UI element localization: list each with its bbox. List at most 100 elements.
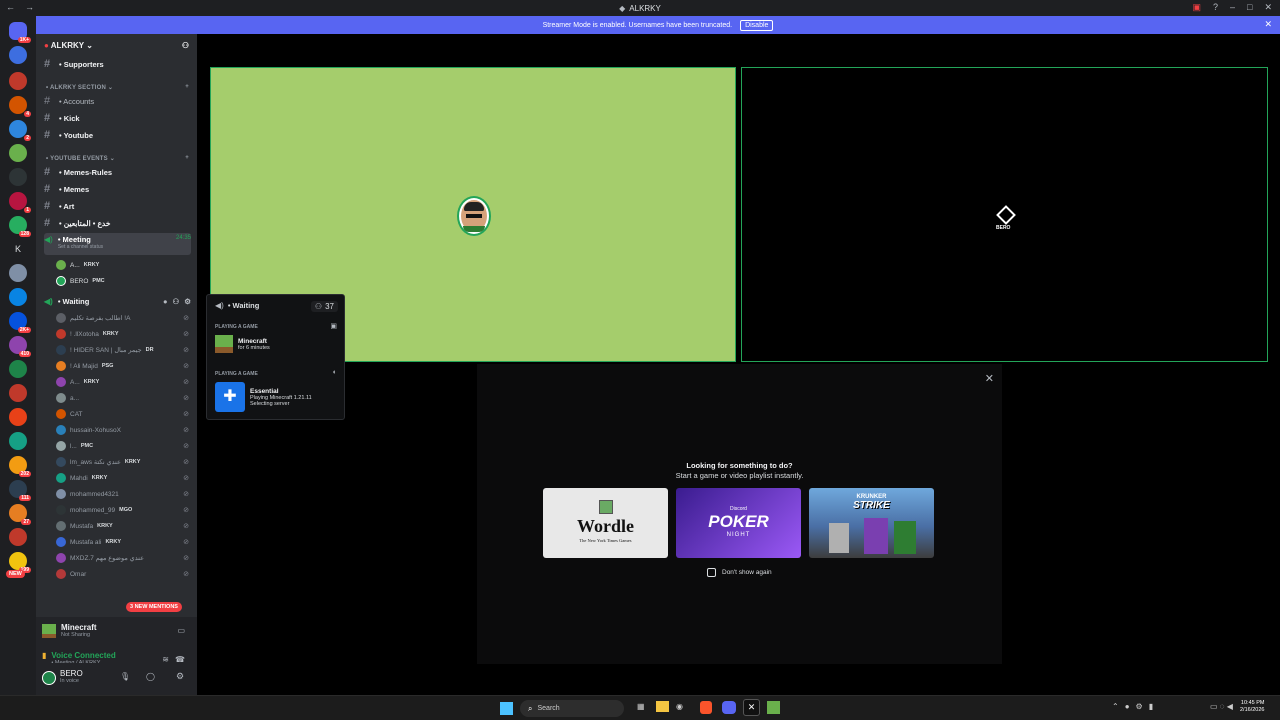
server-item[interactable]: K [9,240,27,258]
voice-user[interactable]: a... ⊘ [56,390,189,406]
checkbox-icon[interactable] [707,568,716,577]
server-item[interactable] [9,72,27,90]
voice-user[interactable]: BERO PMC [56,273,189,289]
chat-icon[interactable]: ● [163,297,168,306]
game-card-wordle[interactable]: Wordle The New York Times Games [543,488,668,558]
inbox-icon[interactable]: ▣ [1192,2,1201,13]
maximize-button[interactable]: □ [1247,2,1252,13]
channel-art[interactable]: # • Art [44,198,191,214]
server-item[interactable] [9,432,27,450]
minimize-button[interactable]: – [1230,2,1235,13]
voice-user[interactable]: A... KRKY [56,257,189,273]
invite-icon[interactable]: ⚇ [173,297,180,306]
share-screen-icon[interactable]: ▭ [177,626,185,635]
channel-youtube[interactable]: # • Youtube [44,127,191,143]
voice-user[interactable]: A... KRKY ⊘ [56,374,189,390]
server-item[interactable]: 2 [9,120,31,141]
file-explorer-icon[interactable] [656,701,669,712]
channel-status[interactable]: Set a channel status [58,244,103,250]
task-view-icon[interactable]: ▦ [637,702,645,711]
server-item[interactable] [9,46,27,64]
channel-memes[interactable]: # • Memes [44,181,191,197]
voice-user[interactable]: lm_aws عندي نكتة KRKY ⊘ [56,454,189,470]
wifi-icon[interactable]: ▭ ◌ ◀ [1210,702,1233,711]
voice-user[interactable]: اطالب بفرصة تكليم !A ⊘ [56,310,189,326]
voice-user[interactable]: MXDZ.7 عندي موضوع مهم ⊘ [56,550,189,566]
voice-user[interactable]: ! .llXotoha KRKY ⊘ [56,326,189,342]
server-item[interactable] [9,408,27,426]
server-item[interactable]: 2K+ [9,312,31,333]
server-header[interactable]: ● ALKRKY ⌄ ⚇ [36,34,197,56]
settings-icon[interactable]: ⚙ [184,297,191,306]
server-item[interactable]: 27 [9,504,31,525]
new-mentions-badge[interactable]: 3 NEW MENTIONS [126,602,182,612]
home-button[interactable]: 1K+ [9,22,31,43]
server-item[interactable]: 4 [9,96,31,117]
user-tag: MGO [119,507,133,513]
mic-icon[interactable]: 🎙 [120,672,130,681]
server-item[interactable] [9,528,27,546]
server-item[interactable]: 111 [9,480,31,501]
channel-kick[interactable]: # • Kick [44,110,191,126]
voice-user[interactable]: Mustafa KRKY ⊘ [56,518,189,534]
server-item[interactable] [9,264,27,282]
game-card-krunker[interactable]: KRUNKER STRIKE [809,488,934,558]
dont-show-again-checkbox[interactable]: Don't show again [707,568,772,577]
channel-supporters[interactable]: # • Supporters [44,56,191,72]
close-icon[interactable]: ✕ [985,372,994,385]
voice-user[interactable]: l... PMC ⊘ [56,438,189,454]
discord-icon[interactable] [722,701,736,714]
forward-icon[interactable]: → [25,2,34,12]
server-item[interactable]: 410 [9,336,31,357]
game-activity[interactable]: Minecraft Not Sharing [42,623,97,638]
game-card-poker[interactable]: Discord POKER NIGHT [676,488,801,558]
server-item[interactable] [9,144,27,162]
category-alkrky-section[interactable]: • ALKRKY SECTION ⌄ + [46,81,189,93]
close-banner-icon[interactable]: ✕ [1264,19,1272,30]
search-box[interactable]: ⌕ Search [520,700,624,717]
voice-user[interactable]: mohammed_99 MGO ⊘ [56,502,189,518]
video-tile-bero[interactable]: BERO [741,67,1268,362]
close-window-button[interactable]: ✕ [1264,2,1272,13]
brave-browser-icon[interactable] [700,701,712,714]
voice-user[interactable]: ! HIDER SAN | جيمر مبال DR ⊘ [56,342,189,358]
server-item[interactable]: 1 [9,192,31,213]
tray-icons[interactable]: ⌃●⚙▮ [1112,702,1159,711]
clock[interactable]: 10:45 PM 2/16/2026 [1240,700,1264,714]
plus-icon[interactable]: + [185,155,189,161]
server-item[interactable]: 199 [9,552,31,573]
new-badge[interactable]: NEW [6,570,25,578]
server-item[interactable]: 202 [9,456,31,477]
voice-user[interactable]: CAT ⊘ [56,406,189,422]
plus-icon[interactable]: + [185,84,189,90]
channel-memes-rules[interactable]: # • Memes-Rules [44,164,191,180]
capcut-icon[interactable]: ✕ [743,699,760,716]
voice-user[interactable]: ! Ali Majid PSG ⊘ [56,358,189,374]
category-youtube-events[interactable]: • YOUTUBE EVENTS ⌄ + [46,152,189,164]
start-icon[interactable] [500,702,513,715]
server-item[interactable] [9,288,27,306]
gear-icon[interactable]: ⚙ [176,671,184,682]
voice-user[interactable]: Mustafa ali KRKY ⊘ [56,534,189,550]
voice-user[interactable]: Omar ⊘ [56,566,189,582]
app-icon[interactable]: ◉ [676,702,683,711]
add-user-icon[interactable]: ⚇ [182,41,189,50]
voice-user[interactable]: mohammed4321 ⊘ [56,486,189,502]
back-icon[interactable]: ← [6,2,15,12]
server-item[interactable] [9,384,27,402]
help-icon[interactable]: ? [1213,2,1218,13]
minecraft-launcher-icon[interactable] [767,701,780,714]
avatar[interactable] [42,671,56,685]
voice-user[interactable]: Mahdi KRKY ⊘ [56,470,189,486]
channel-accounts[interactable]: # • Accounts [44,93,191,109]
headset-icon[interactable]: ◯ [146,672,155,681]
voice-user[interactable]: hussain-XohusoX ⊘ [56,422,189,438]
server-item[interactable] [9,168,27,186]
voice-channel-waiting[interactable]: ◀) • Waiting ● ⚇ ⚙ [44,293,191,309]
server-badge: 202 [18,471,31,477]
server-item[interactable]: 128 [9,216,31,237]
server-item[interactable] [9,360,27,378]
voice-channel-meeting[interactable]: ◀) • Meeting Set a channel status 24:35 [44,233,191,255]
channel-followers[interactable]: # • خدع • المتابعين [44,215,191,231]
disable-button[interactable]: Disable [740,19,774,31]
